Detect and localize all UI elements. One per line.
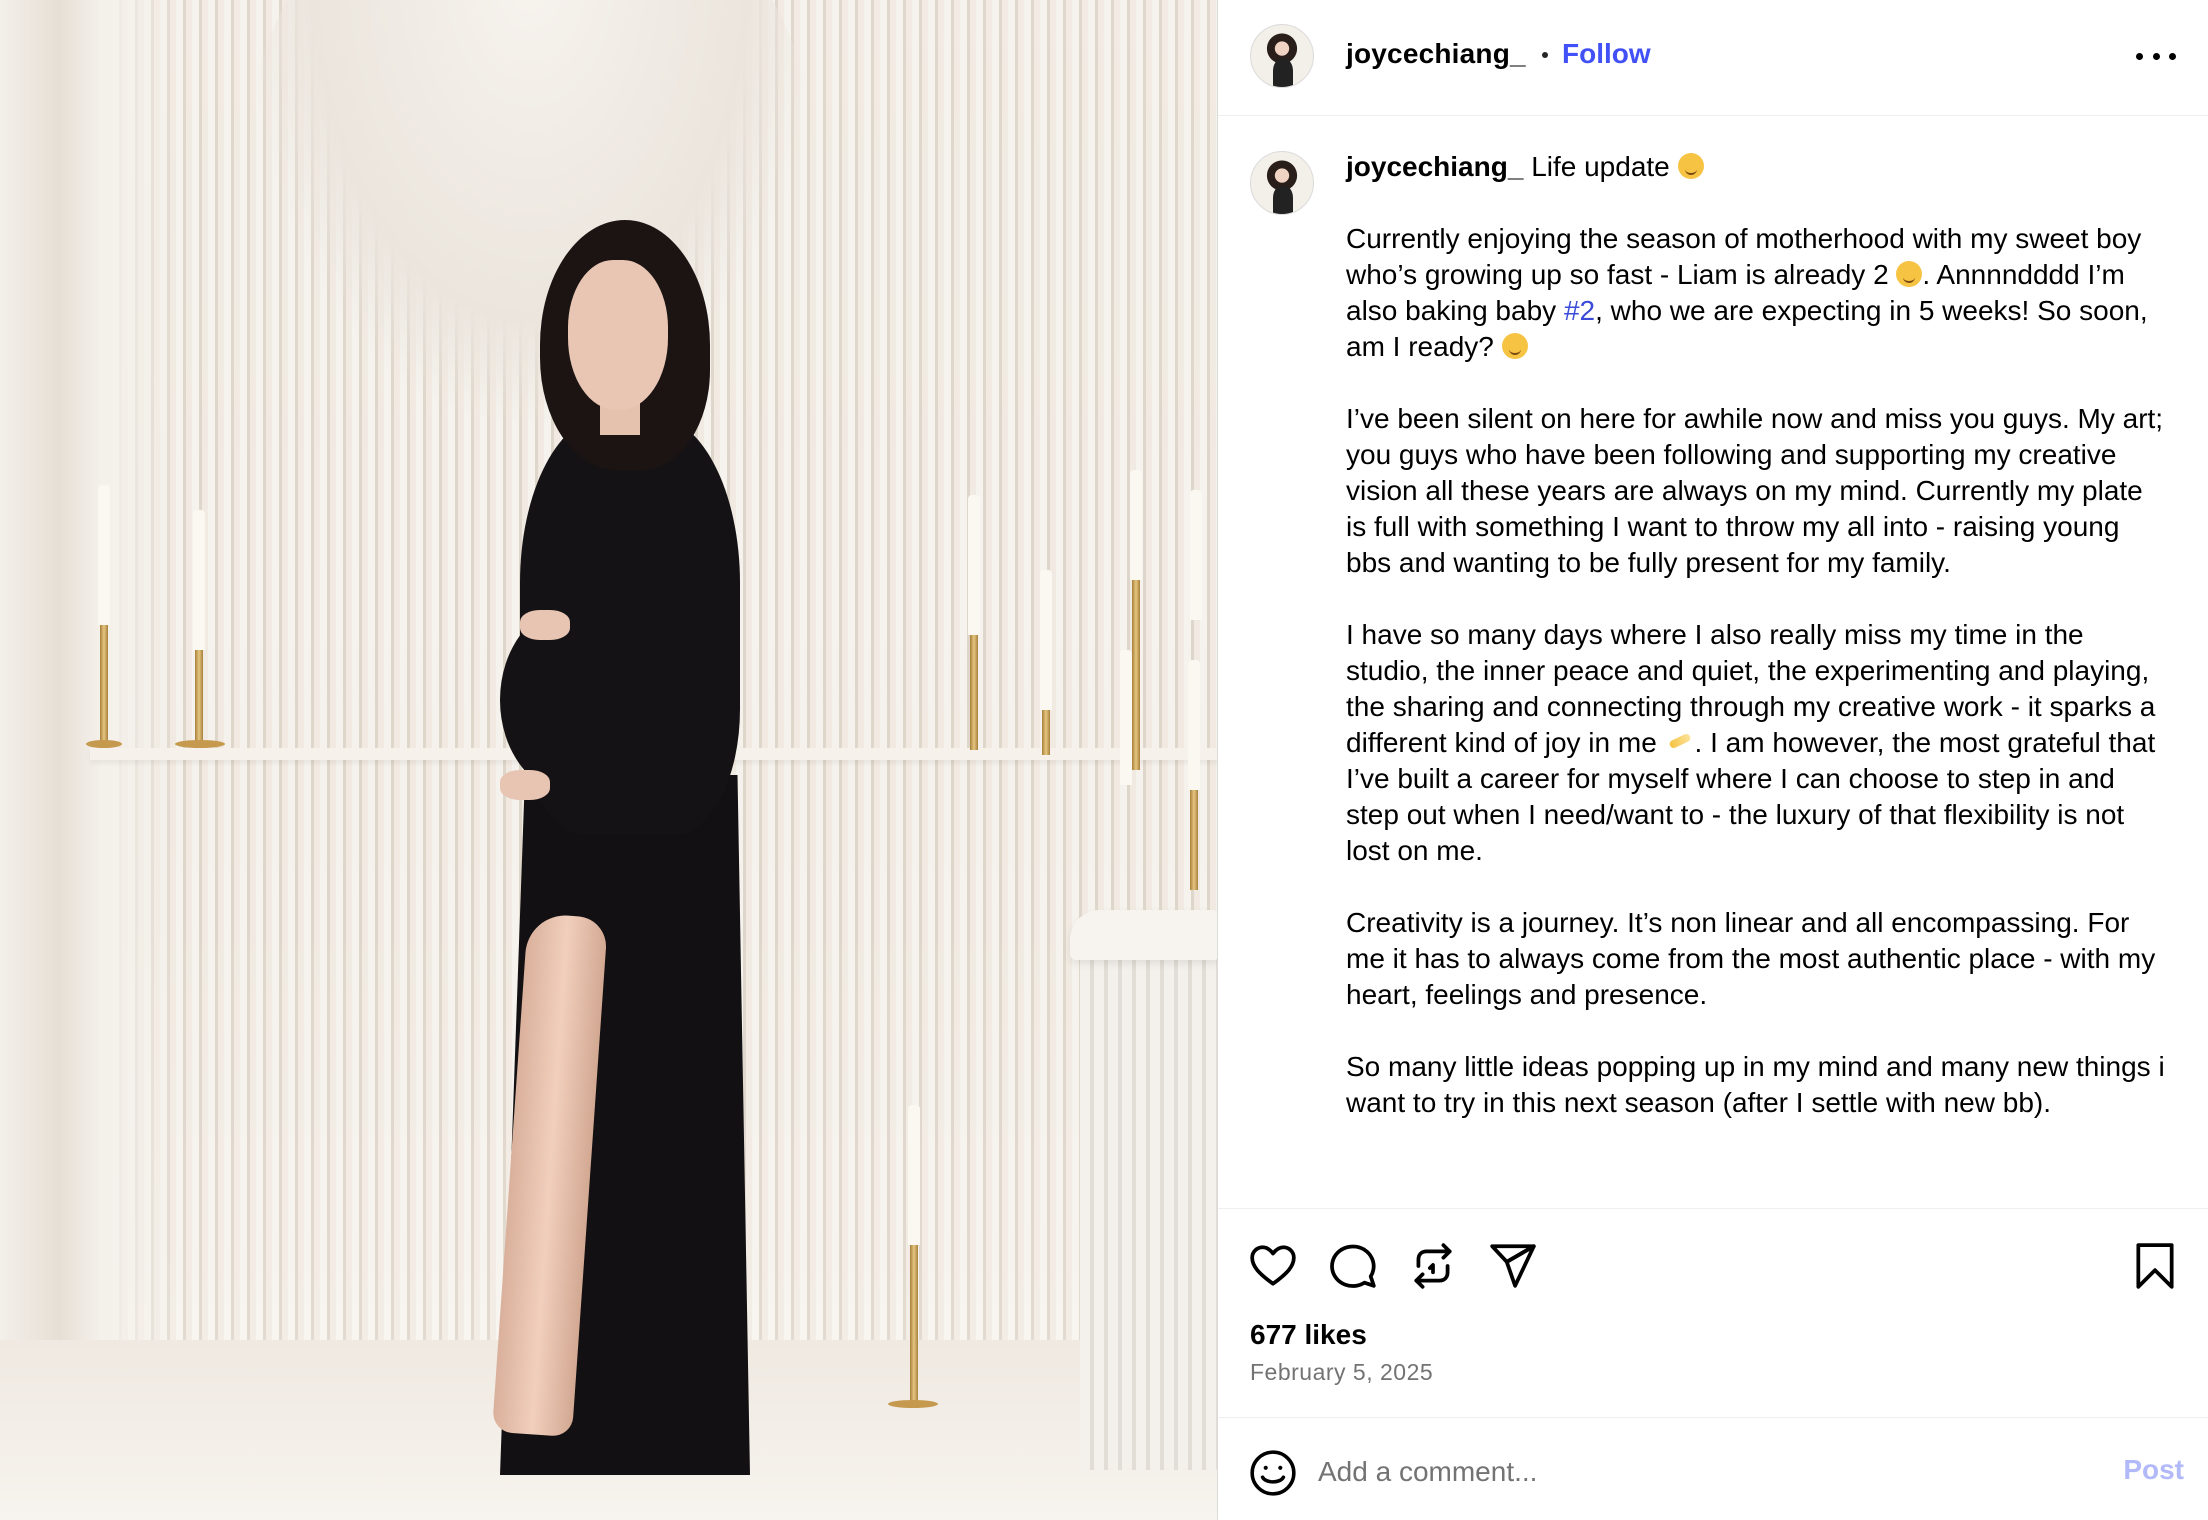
caption-username[interactable]: joycechiang_ [1346,151,1523,182]
comment-bar: Post [1218,1417,2208,1520]
comment-input[interactable] [1318,1444,2038,1500]
caption-area: joycechiang_ Life update Currently enjoy… [1218,117,2208,1208]
caption-paragraph: I’ve been silent on here for awhile now … [1346,403,2164,578]
caption-avatar[interactable] [1250,151,1314,215]
post-header: joycechiang_ Follow [1218,0,2208,116]
avatar[interactable] [1250,24,1314,88]
kissing-face-emoji-icon [1677,153,1704,179]
pillar-capital [1070,910,1217,960]
repost-icon[interactable] [1408,1241,1458,1291]
candle [98,485,110,625]
candle [968,495,980,635]
candle [908,1105,920,1245]
header-username[interactable]: joycechiang_ [1346,38,1526,70]
heart-icon[interactable] [1248,1241,1298,1291]
send-icon[interactable] [1488,1241,1538,1291]
candle-base [888,1400,938,1408]
post-comment-button[interactable]: Post [2123,1454,2184,1486]
candle [1190,490,1202,620]
holding-back-tears-emoji-icon [1896,261,1923,287]
candle [1040,570,1052,710]
left-curtain [0,0,170,1520]
candle-holder [100,625,108,745]
comment-icon[interactable] [1328,1241,1378,1291]
grinning-sweat-emoji-icon [1501,333,1528,359]
post-page: joycechiang_ Follow joycechiang_ Life up… [0,0,2208,1520]
more-options-icon[interactable] [2136,38,2176,74]
candle [1130,470,1142,580]
caption-paragraph: So many little ideas popping up in my mi… [1346,1051,2165,1118]
post-photo[interactable] [0,0,1217,1520]
shooting-star-emoji-icon [1665,729,1695,755]
caption-paragraph: I have so many days where I also really … [1346,617,2166,869]
bookmark-icon[interactable] [2130,1241,2180,1291]
separator-dot [1542,52,1548,58]
candle-holder [1190,790,1198,890]
post-side-panel: joycechiang_ Follow joycechiang_ Life up… [1217,0,2208,1520]
caption-title: Life update [1531,151,1670,182]
post-date[interactable]: February 5, 2025 [1250,1359,1433,1386]
caption-paragraph: Creativity is a journey. It’s non linear… [1346,907,2156,1010]
candle [1188,660,1200,790]
candle-base [86,740,122,748]
candle-holder [970,635,978,750]
hand [520,610,570,640]
candle [1120,650,1132,785]
emoji-icon[interactable] [1248,1448,1298,1498]
candle-holder [1132,580,1140,770]
follow-button[interactable]: Follow [1562,38,1651,70]
candle-holder [195,650,203,745]
candle [193,510,205,650]
hand [500,770,550,800]
caption-paragraph: Currently enjoying the season of motherh… [1346,221,2166,365]
pillar [1080,930,1217,1470]
candle-base [175,740,225,748]
candle-holder [1042,710,1050,755]
caption-text: joycechiang_ Life update Currently enjoy… [1346,149,2166,1121]
woman-figure [480,215,780,1485]
face [568,260,668,410]
candle-holder [910,1245,918,1405]
hashtag-link[interactable]: #2 [1564,295,1595,326]
like-count[interactable]: 677 likes [1250,1319,1367,1351]
